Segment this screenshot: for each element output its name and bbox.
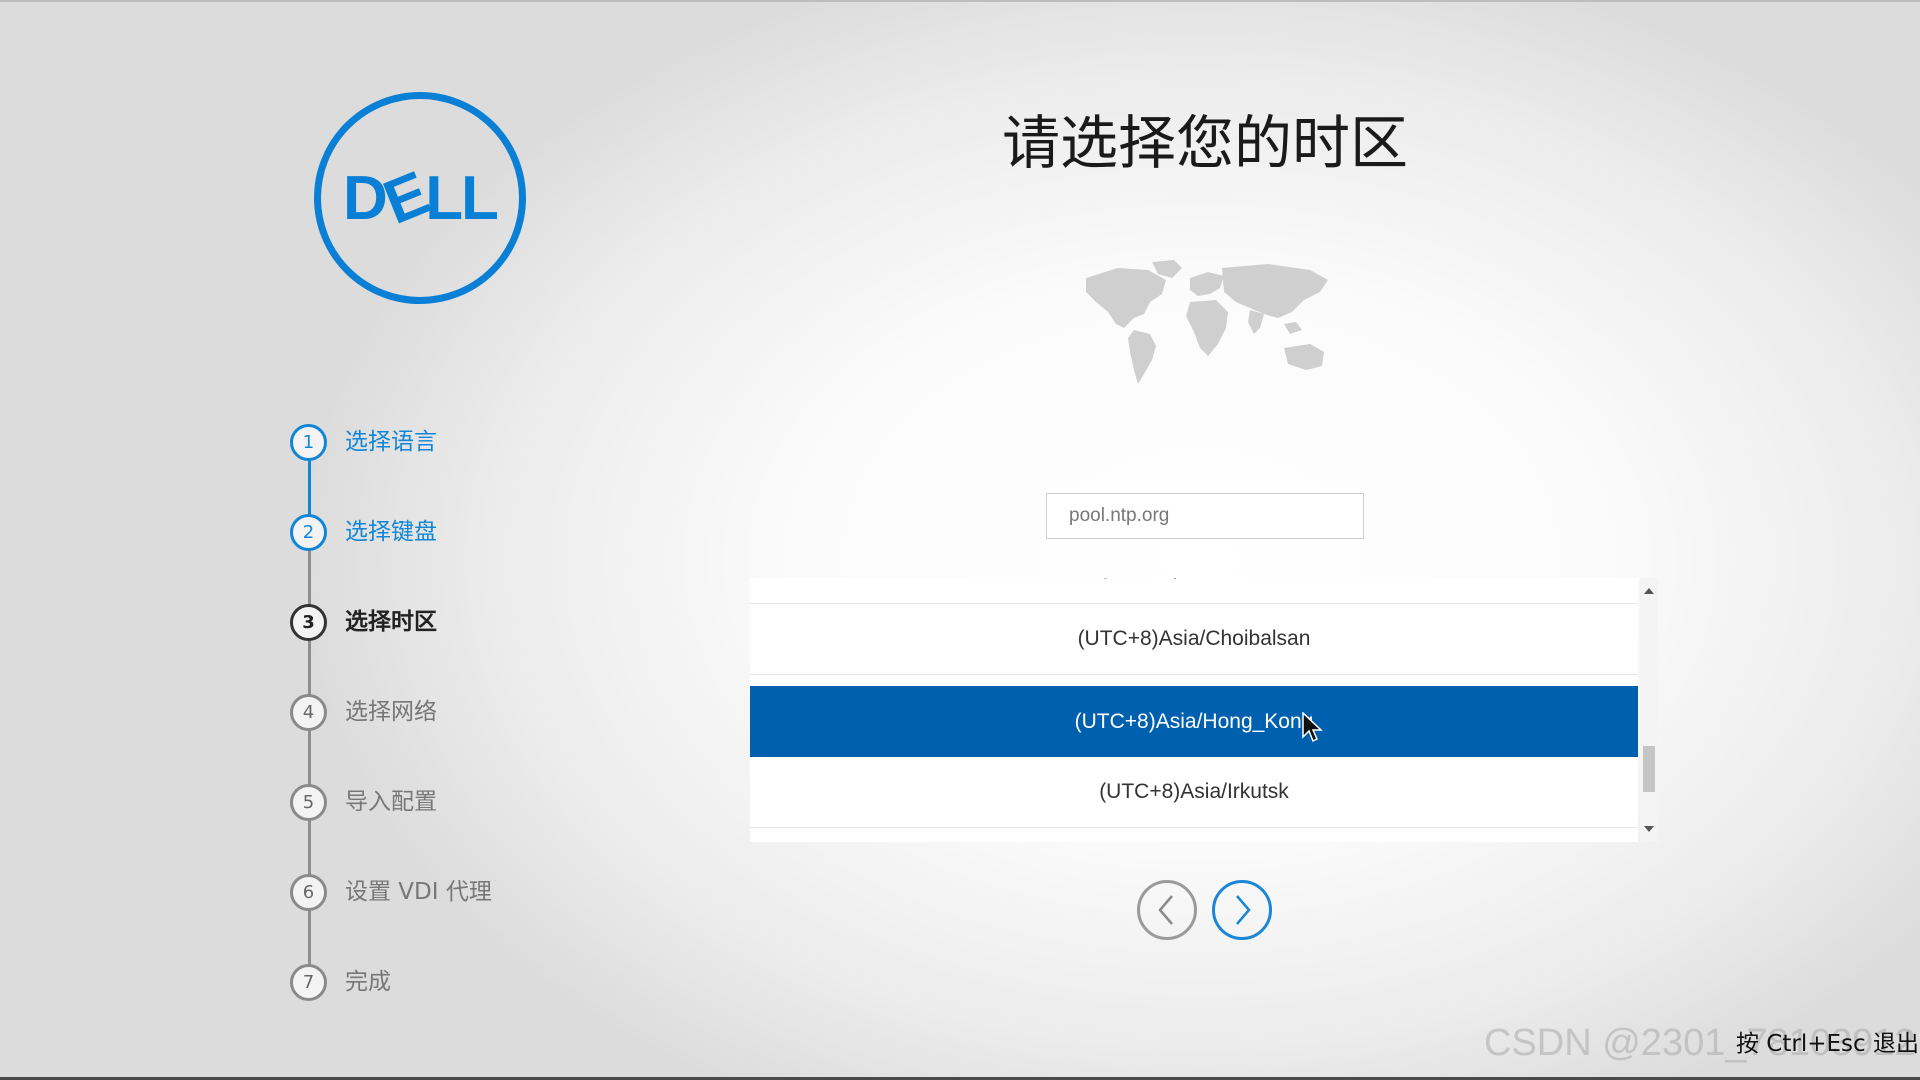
previous-button[interactable] [1137, 880, 1197, 940]
scroll-up-arrow-icon[interactable] [1644, 588, 1654, 594]
step-number: 1 [290, 424, 327, 461]
wizard-steps: 1 选择语言 2 选择键盘 3 选择时区 4 选择网络 5 导入配置 6 设置 … [290, 424, 492, 1054]
timezone-list[interactable]: (UTC+8)Asia/Brunei (UTC+8)Asia/Choibalsa… [750, 578, 1638, 842]
step-label: 选择语言 [345, 429, 437, 455]
step-label: 设置 VDI 代理 [345, 879, 492, 905]
page-title: 请选择您的时区 [1001, 109, 1408, 177]
exit-hint: 按 Ctrl+Esc 退出 [1736, 1031, 1919, 1057]
step-number: 4 [290, 694, 327, 731]
chevron-left-icon [1158, 895, 1173, 925]
step-number: 5 [290, 784, 327, 821]
step-vdi-proxy: 6 设置 VDI 代理 [290, 874, 492, 964]
step-select-keyboard[interactable]: 2 选择键盘 [290, 514, 492, 604]
step-number: 3 [290, 604, 327, 641]
world-map-icon [1086, 260, 1328, 384]
step-select-language[interactable]: 1 选择语言 [290, 424, 492, 514]
mouse-cursor-icon [1302, 712, 1323, 743]
timezone-option[interactable]: (UTC+8)Asia/Brunei [750, 578, 1638, 604]
ntp-server-input[interactable] [1046, 493, 1364, 539]
step-label: 选择时区 [345, 609, 437, 635]
timezone-list-scrollbar[interactable] [1640, 578, 1658, 842]
chevron-right-icon [1236, 895, 1251, 925]
scroll-down-arrow-icon[interactable] [1644, 826, 1654, 832]
step-label: 选择键盘 [345, 519, 437, 545]
step-number: 2 [290, 514, 327, 551]
step-label: 导入配置 [345, 789, 437, 815]
step-number: 6 [290, 874, 327, 911]
step-label: 完成 [345, 969, 391, 995]
step-finish: 7 完成 [290, 964, 492, 1054]
step-import-config: 5 导入配置 [290, 784, 492, 874]
dell-logo: DELL [314, 92, 526, 304]
step-select-network: 4 选择网络 [290, 694, 492, 784]
next-button[interactable] [1212, 880, 1272, 940]
screen-top-edge [0, 0, 1920, 2]
step-label: 选择网络 [345, 699, 437, 725]
scroll-thumb[interactable] [1643, 746, 1655, 792]
timezone-option[interactable]: (UTC+8)Asia/Choibalsan [750, 604, 1638, 675]
timezone-option-selected[interactable]: (UTC+8)Asia/Hong_Kong [750, 686, 1638, 757]
step-number: 7 [290, 964, 327, 1001]
logo-text: DELL [343, 158, 499, 238]
step-select-timezone[interactable]: 3 选择时区 [290, 604, 492, 694]
timezone-option[interactable]: (UTC+8)Asia/Irkutsk [750, 757, 1638, 828]
